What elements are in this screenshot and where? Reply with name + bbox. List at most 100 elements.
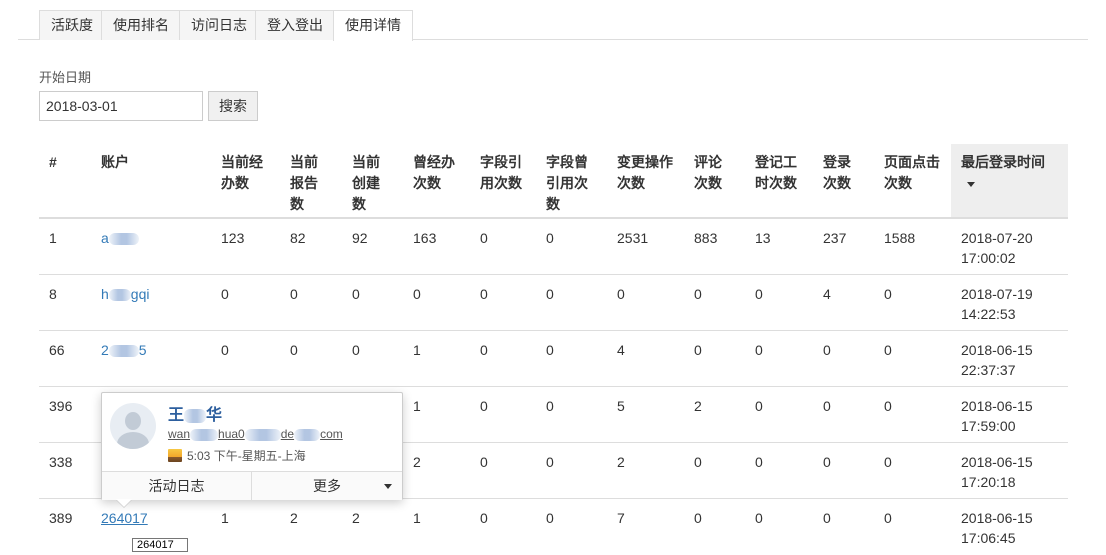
tab-login-logout[interactable]: 登入登出 bbox=[255, 10, 335, 40]
header-field-refs[interactable]: 字段引 用次数 bbox=[480, 144, 522, 217]
cell-field-refs: 0 bbox=[480, 454, 488, 470]
redaction-blur bbox=[108, 233, 139, 246]
cell-index: 66 bbox=[49, 342, 65, 358]
cell-current-handling: 123 bbox=[221, 230, 245, 246]
cell-handled-total: 2 bbox=[413, 454, 421, 470]
header-page-clicks[interactable]: 页面点击 次数 bbox=[884, 144, 940, 217]
header-current-created[interactable]: 当前 创建数 bbox=[352, 144, 380, 217]
cell-field-refs-past: 0 bbox=[546, 510, 554, 526]
tab-usage-details[interactable]: 使用详情 bbox=[333, 10, 413, 41]
cell-logins: 237 bbox=[823, 230, 847, 246]
cell-index: 338 bbox=[49, 454, 73, 470]
cell-comments: 0 bbox=[694, 510, 702, 526]
account-link[interactable]: 25 bbox=[101, 342, 147, 358]
start-date-label: 开始日期 bbox=[39, 70, 92, 85]
cell-current-handling: 0 bbox=[221, 342, 229, 358]
cell-field-refs-past: 0 bbox=[546, 398, 554, 414]
start-date-input[interactable] bbox=[39, 91, 203, 121]
cell-account: a bbox=[101, 228, 139, 248]
search-button[interactable]: 搜索 bbox=[208, 91, 258, 121]
avatar bbox=[110, 403, 156, 449]
cell-time-logs: 13 bbox=[755, 230, 771, 246]
redaction-blur bbox=[108, 289, 131, 302]
cell-change-ops: 2531 bbox=[617, 230, 649, 246]
cell-last-login: 2018-07-20 17:00:02 bbox=[961, 230, 1033, 266]
table-row: 1 a 123 82 92 163 0 0 2531 883 13 237 15… bbox=[39, 219, 1068, 275]
cell-comments: 0 bbox=[694, 342, 702, 358]
header-logins[interactable]: 登录 次数 bbox=[823, 144, 851, 217]
cell-index: 389 bbox=[49, 510, 73, 526]
account-link[interactable]: h gqi bbox=[101, 286, 149, 302]
user-name: 王华 bbox=[168, 407, 223, 424]
cell-page-clicks: 0 bbox=[884, 510, 892, 526]
header-handled-total[interactable]: 曾经办 次数 bbox=[413, 144, 455, 217]
cell-page-clicks: 0 bbox=[884, 342, 892, 358]
cell-index: 396 bbox=[49, 398, 73, 414]
cell-change-ops: 0 bbox=[617, 286, 625, 302]
cell-logins: 0 bbox=[823, 454, 831, 470]
tab-bar: 活跃度 使用排名 访问日志 登入登出 使用详情 bbox=[18, 8, 1088, 41]
cell-page-clicks: 0 bbox=[884, 398, 892, 414]
redaction-blur bbox=[184, 408, 207, 423]
cell-current-handling: 1 bbox=[221, 510, 229, 526]
tab-activity[interactable]: 活跃度 bbox=[39, 10, 105, 40]
header-field-refs-past[interactable]: 字段曾 引用次数 bbox=[546, 144, 588, 217]
redaction-blur bbox=[294, 428, 321, 441]
cell-current-reports: 0 bbox=[290, 342, 298, 358]
activity-log-button[interactable]: 活动日志 bbox=[102, 472, 252, 501]
cell-handled-total: 1 bbox=[413, 398, 421, 414]
cell-handled-total: 1 bbox=[413, 510, 421, 526]
cell-page-clicks: 0 bbox=[884, 286, 892, 302]
sort-desc-icon bbox=[967, 181, 975, 187]
user-card-popover: 王华 wan hua0 de com 5:03 下午-星期五-上海 活动日志 更多 bbox=[101, 392, 403, 507]
cell-account: 25 bbox=[101, 340, 147, 360]
cell-last-login: 2018-06-15 17:06:45 bbox=[961, 510, 1033, 546]
cell-current-handling: 0 bbox=[221, 286, 229, 302]
cell-page-clicks: 0 bbox=[884, 454, 892, 470]
cell-current-created: 2 bbox=[352, 510, 360, 526]
cell-field-refs-past: 0 bbox=[546, 454, 554, 470]
header-current-handling[interactable]: 当前经 办数 bbox=[221, 144, 263, 217]
cell-field-refs: 0 bbox=[480, 342, 488, 358]
cell-field-refs-past: 0 bbox=[546, 286, 554, 302]
header-current-reports[interactable]: 当前 报告数 bbox=[290, 144, 318, 217]
cell-current-created: 0 bbox=[352, 286, 360, 302]
cell-change-ops: 5 bbox=[617, 398, 625, 414]
sunset-icon bbox=[168, 449, 182, 462]
cell-logins: 0 bbox=[823, 342, 831, 358]
cell-time-logs: 0 bbox=[755, 510, 763, 526]
cell-change-ops: 7 bbox=[617, 510, 625, 526]
tab-access-log[interactable]: 访问日志 bbox=[179, 10, 259, 40]
cell-logins: 0 bbox=[823, 398, 831, 414]
cell-current-reports: 2 bbox=[290, 510, 298, 526]
tab-usage-ranking[interactable]: 使用排名 bbox=[101, 10, 181, 40]
account-link[interactable]: a bbox=[101, 230, 139, 246]
cell-current-created: 0 bbox=[352, 342, 360, 358]
header-change-ops[interactable]: 变更操作 次数 bbox=[617, 144, 673, 217]
cell-account: h gqi bbox=[101, 284, 149, 304]
more-dropdown-button[interactable]: 更多 bbox=[252, 472, 402, 501]
cell-time-logs: 0 bbox=[755, 342, 763, 358]
cell-index: 8 bbox=[49, 286, 57, 302]
cell-index: 1 bbox=[49, 230, 57, 246]
cell-comments: 883 bbox=[694, 230, 718, 246]
cell-last-login: 2018-06-15 22:37:37 bbox=[961, 342, 1033, 378]
cell-current-reports: 0 bbox=[290, 286, 298, 302]
header-time-logs[interactable]: 登记工 时次数 bbox=[755, 144, 797, 217]
cell-change-ops: 2 bbox=[617, 454, 625, 470]
user-email[interactable]: wan hua0 de com bbox=[168, 427, 343, 441]
header-account[interactable]: 账户 bbox=[101, 144, 129, 217]
cell-logins: 0 bbox=[823, 510, 831, 526]
avatar-head bbox=[125, 412, 141, 430]
header-comments[interactable]: 评论 次数 bbox=[694, 144, 722, 217]
cell-field-refs: 0 bbox=[480, 286, 488, 302]
header-last-login[interactable]: 最后登录时间 bbox=[951, 144, 1068, 217]
avatar-body bbox=[117, 432, 149, 449]
table-row: 389 264017 1 2 2 1 0 0 7 0 0 0 0 2018-06… bbox=[39, 499, 1068, 555]
cell-field-refs: 0 bbox=[480, 510, 488, 526]
account-link[interactable]: 264017 bbox=[101, 510, 148, 526]
cell-time-logs: 0 bbox=[755, 286, 763, 302]
table-row: 66 25 0 0 0 1 0 0 4 0 0 0 0 2018-06-15 22… bbox=[39, 331, 1068, 387]
cell-field-refs-past: 0 bbox=[546, 342, 554, 358]
cell-last-login: 2018-06-15 17:59:00 bbox=[961, 398, 1033, 434]
